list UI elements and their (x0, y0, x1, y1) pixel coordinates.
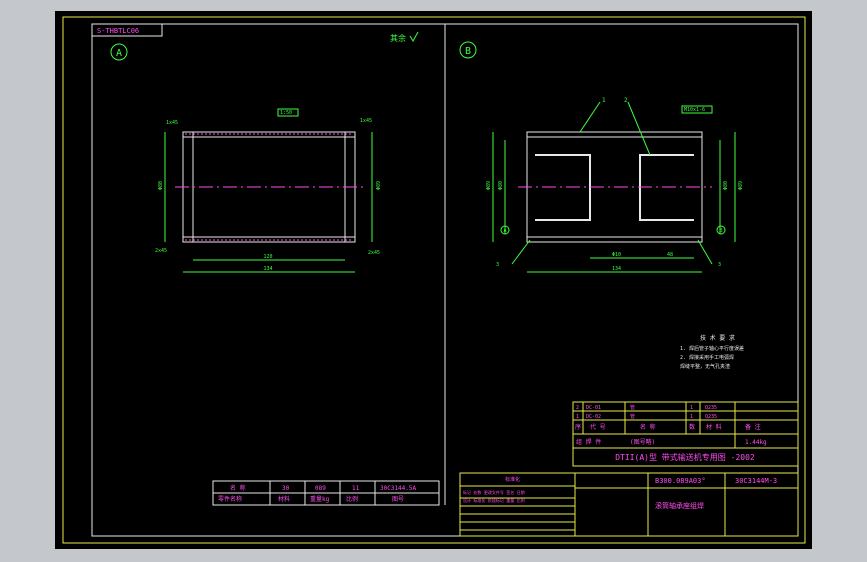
bom-h-name: 名 称 (640, 423, 656, 431)
small-table-r1c5: 30C3144.5A (380, 485, 417, 492)
header-tag: S-THBTLC06 (97, 27, 139, 35)
small-table-r1c1: 名 称 (230, 484, 246, 492)
bom-h-no: 序 (575, 423, 581, 431)
drawing-background (55, 11, 812, 549)
bom-mat-label: 组 焊 件 (576, 438, 601, 446)
bom-r1-qty: 1 (690, 405, 693, 411)
part-code: 30C3144M-3 (735, 477, 777, 485)
dim-b-center-text: Φ10 (612, 252, 621, 258)
bom-r1-mat: Q235 (705, 405, 717, 411)
tech-req-title: 技 术 要 求 (700, 334, 735, 342)
tech-req-line-2: 2. 焊接采用手工电弧焊 (680, 354, 734, 361)
bom-mat-spec: (图号略) (630, 438, 655, 446)
view-b-label: B (465, 46, 471, 57)
roughness-note: 其余 (390, 33, 406, 43)
cad-drawing-canvas: S-THBTLC06 A B 其余 Φ80 Φ89 120 134 1x45 1… (55, 11, 812, 549)
weld-left-text: 3 (496, 262, 499, 268)
dim-a-right-text: Φ89 (376, 181, 382, 190)
bom-r2-qty: 1 (690, 414, 693, 420)
dim-a-total-text: 134 (263, 266, 272, 272)
dim-b-total-text: 134 (612, 266, 621, 272)
weld-right-text: 3 (718, 262, 721, 268)
view-a-label: A (116, 48, 122, 59)
small-table-r1c4: 11 (352, 485, 360, 492)
dim-b-right-inner-text: Φ80 (723, 181, 729, 190)
small-table-r2c3: 重量kg (310, 495, 330, 503)
bom-h-qty: 数 (689, 423, 695, 431)
dim-a-left-text: Φ80 (158, 181, 164, 190)
dim-a-inner-text: 120 (263, 254, 272, 260)
dim-b-right-seg-text: 48 (667, 252, 673, 258)
tech-req-line-1: 1. 焊后管子轴心平行度误差 (680, 345, 744, 352)
chamfer-a-bl: 2x45 (155, 248, 167, 254)
bom-h-mat: 材 料 (706, 423, 722, 431)
bom-h-code: 代 号 (590, 423, 606, 431)
bom-r2-no: 1 (576, 414, 579, 420)
bom-r2-code: DC-02 (586, 414, 601, 420)
leader-2-text: 2 (624, 97, 628, 104)
chamfer-a-tl: 1x45 (166, 120, 178, 126)
thread-a-label: 1:50 (280, 110, 292, 116)
bom-r1-code: DC-01 (586, 405, 601, 411)
process-line-1: 标记 处数 更改文件号 签名 日期 (463, 489, 525, 495)
marker-b-text: B (719, 228, 722, 234)
bom-mat-weight: 1.44kg (745, 439, 767, 446)
bom-r1-name: 管 (630, 404, 635, 411)
bom-r2-mat: Q235 (705, 414, 717, 420)
dim-b-left-outer-text: Φ89 (486, 181, 492, 190)
small-table-r2c1: 零件名称 (218, 495, 242, 503)
dim-b-left-inner-text: Φ80 (498, 181, 504, 190)
drawing-code: B300.089A03° (655, 477, 706, 485)
chamfer-a-br: 2x45 (368, 250, 380, 256)
series-title: DTII(A)型 带式输送机专用图 -2002 (615, 452, 755, 462)
small-table-r2c2: 材料 (278, 495, 290, 503)
bom-r1-no: 2 (576, 405, 579, 411)
bom-h-note: 备 注 (745, 423, 761, 431)
bom-r2-name: 管 (630, 413, 635, 420)
chamfer-a-tr: 1x45 (360, 118, 372, 124)
small-table-r1c3: 089 (315, 485, 326, 492)
process-title: 标准化 (505, 476, 520, 483)
leader-1-text: 1 (602, 97, 606, 104)
tech-req-line-3: 焊缝平整，无气孔夹渣 (680, 363, 730, 370)
part-name: 滚筒轴承座组焊 (655, 501, 704, 510)
small-table-r2c5: 图号 (392, 496, 404, 503)
small-table-r1c2: 30 (282, 485, 290, 492)
thread-b-label: M10x1-6 (684, 107, 705, 113)
small-table-r2c4: 比例 (346, 495, 358, 503)
dim-b-right-outer-text: Φ89 (738, 181, 744, 190)
marker-a-text: A (503, 228, 506, 234)
